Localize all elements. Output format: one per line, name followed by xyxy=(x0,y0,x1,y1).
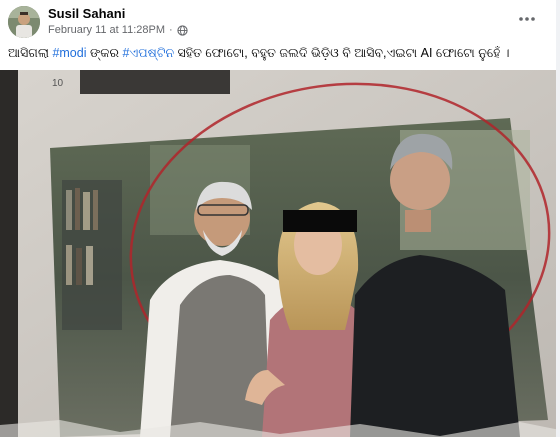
globe-icon[interactable] xyxy=(177,24,188,36)
avatar-image xyxy=(8,6,40,38)
caption-text-1: ଆସିଗଲା xyxy=(8,46,53,60)
facebook-post: Susil Sahani February 11 at 11:28PM · ଆସ… xyxy=(0,0,560,437)
post-author-name[interactable]: Susil Sahani xyxy=(48,6,125,21)
post-photo[interactable]: 10 xyxy=(0,70,560,437)
caption-text-2: ଙ୍କର xyxy=(86,46,123,60)
post-header: Susil Sahani February 11 at 11:28PM · xyxy=(0,0,560,42)
photo-illustration: 10 xyxy=(0,70,560,437)
avatar[interactable] xyxy=(8,6,40,38)
scrollbar-track[interactable] xyxy=(556,0,560,437)
meta-separator: · xyxy=(169,24,173,36)
more-options-button[interactable] xyxy=(516,10,538,28)
hashtag-epstein[interactable]: #ଏପଷ୍ଟିନ xyxy=(123,46,175,60)
more-horizontal-icon xyxy=(519,17,535,21)
page-number: 10 xyxy=(52,78,64,89)
caption-text-3: ସହିତ ଫୋଟୋ, ବହୁତ ଜଲଦି ଭିଡ଼ିଓ ବି ଆସିବ,ଏଇଟା… xyxy=(174,46,510,60)
post-caption: ଆସିଗଲା #modi ଙ୍କର #ଏପଷ୍ଟିନ ସହିତ ଫୋଟୋ, ବହ… xyxy=(8,46,552,61)
hashtag-modi[interactable]: #modi xyxy=(52,46,86,60)
post-timestamp[interactable]: February 11 at 11:28PM xyxy=(48,24,165,36)
post-meta: February 11 at 11:28PM · xyxy=(48,24,188,36)
